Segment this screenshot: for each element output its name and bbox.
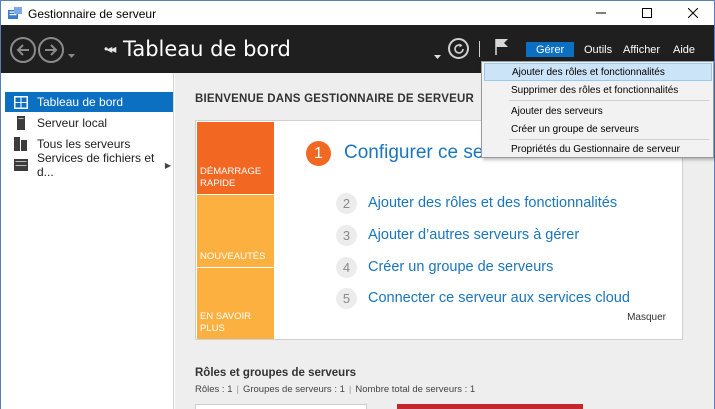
local-server-icon	[14, 116, 28, 130]
step-number: 3	[336, 224, 357, 246]
step-add-roles[interactable]: 2 Ajouter des rôles et des fonctionnalit…	[336, 192, 617, 214]
title-bar: Gestionnaire de serveur	[0, 0, 715, 25]
breadcrumb-title[interactable]: Tableau de bord	[123, 37, 291, 61]
step-label: Créer un groupe de serveurs	[368, 259, 554, 275]
step-number: 5	[336, 287, 357, 309]
hide-link[interactable]: Masquer	[627, 312, 666, 323]
breadcrumb-arrows: •◂◂	[104, 42, 116, 56]
menu-separator	[509, 100, 709, 101]
file-services-icon	[14, 158, 28, 172]
history-dropdown-icon[interactable]	[68, 47, 75, 61]
step-create-group[interactable]: 4 Créer un groupe de serveurs	[336, 256, 553, 278]
refresh-button[interactable]	[448, 38, 469, 59]
menu-item-remove-roles[interactable]: Supprimer des rôles et fonctionnalités	[484, 81, 712, 99]
roles-section-title: Rôles et groupes de serveurs	[195, 367, 357, 379]
step-label: Ajouter d’autres serveurs à gérer	[368, 227, 580, 243]
step-connect-cloud[interactable]: 5 Connecter ce serveur aux services clou…	[336, 287, 630, 309]
window-title: Gestionnaire de serveur	[28, 7, 157, 21]
step-label: Ajouter des rôles et des fonctionnalités	[368, 195, 618, 211]
role-card[interactable]	[195, 404, 367, 409]
chevron-right-icon[interactable]: ▶	[165, 161, 171, 170]
maximize-button[interactable]	[624, 1, 670, 25]
back-button[interactable]	[10, 37, 36, 63]
step-number: 4	[336, 256, 357, 278]
refresh-icon	[453, 43, 464, 54]
menu-afficher[interactable]: Afficher	[613, 42, 670, 57]
menu-item-add-servers[interactable]: Ajouter des serveurs	[484, 102, 712, 120]
sidebar-item-label: Tous les serveurs	[37, 137, 131, 151]
sidebar: Tableau de bord Serveur local Tous les s…	[0, 73, 174, 409]
roles-count: Rôles : 1	[195, 384, 233, 395]
sidebar-item-services-de-fichiers[interactable]: Services de fichiers et d... ▶	[5, 151, 173, 179]
tile-nouveautes[interactable]: NOUVEAUTÉS	[197, 195, 274, 267]
sidebar-item-label: Tableau de bord	[37, 95, 124, 109]
tile-demarrage-rapide[interactable]: DÉMARRAGE RAPIDE	[197, 122, 274, 194]
groups-count: Groupes de serveurs : 1	[242, 384, 345, 395]
sidebar-item-serveur-local[interactable]: Serveur local	[5, 113, 173, 133]
welcome-heading: BIENVENUE DANS GESTIONNAIRE DE SERVEUR	[195, 93, 474, 105]
notifications-flag-icon[interactable]	[494, 38, 510, 59]
breadcrumb-dropdown-icon[interactable]	[434, 48, 441, 62]
gerer-dropdown-menu: Ajouter des rôles et fonctionnalités Sup…	[481, 61, 714, 158]
menu-gerer[interactable]: Gérer	[526, 42, 575, 57]
close-button[interactable]	[670, 1, 715, 25]
tile-en-savoir-plus[interactable]: EN SAVOIR PLUS	[197, 268, 274, 339]
sidebar-item-tableau-de-bord[interactable]: Tableau de bord	[5, 92, 173, 112]
server-manager-app-icon	[8, 7, 22, 20]
sidebar-item-label: Serveur local	[37, 116, 108, 130]
menu-item-properties[interactable]: Propriétés du Gestionnaire de serveur	[484, 140, 712, 158]
sidebar-item-label: Services de fichiers et d...	[37, 151, 155, 179]
step-add-servers[interactable]: 3 Ajouter d’autres serveurs à gérer	[336, 224, 579, 246]
all-servers-icon	[14, 137, 28, 151]
toolbar-separator	[479, 41, 480, 57]
servers-total: Nombre total de serveurs : 1	[355, 384, 476, 395]
arrow-left-icon	[16, 44, 29, 56]
menu-aide[interactable]: Aide	[663, 42, 705, 57]
menu-item-create-group[interactable]: Créer un groupe de serveurs	[484, 120, 712, 138]
step-number: 2	[336, 192, 357, 214]
forward-button[interactable]	[38, 37, 64, 63]
close-icon	[688, 8, 698, 18]
minimize-button[interactable]	[578, 1, 624, 25]
arrow-right-icon	[45, 44, 58, 56]
role-card-alert[interactable]	[397, 404, 583, 409]
configure-server-link[interactable]: Configurer ce serv	[344, 142, 499, 164]
step-label: Connecter ce serveur aux services cloud	[368, 290, 630, 306]
step-1-badge: 1	[306, 141, 331, 166]
dashboard-icon	[14, 95, 28, 109]
roles-stats: Rôles : 1 | Groupes de serveurs : 1 | Nombre…	[195, 384, 476, 395]
menu-item-add-roles[interactable]: Ajouter des rôles et fonctionnalités	[484, 63, 712, 81]
